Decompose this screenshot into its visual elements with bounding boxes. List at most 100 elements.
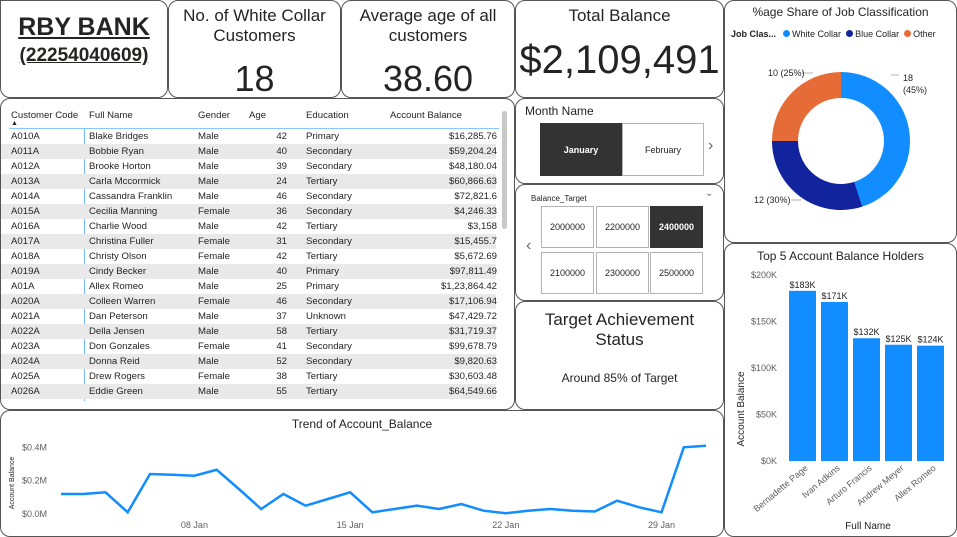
cell-education: Tertiary (306, 386, 338, 397)
kpi-white-collar-card: No. of White Collar Customers 18 (168, 0, 341, 98)
chevron-left-icon[interactable]: ‹ (526, 237, 531, 255)
table-row[interactable]: A020A Colleen Warren Female 46 Secondary $17,… (1, 294, 497, 309)
target-achievement-title-line2: Status (595, 330, 644, 349)
cell-gender: Male (198, 161, 219, 172)
cell-account-balance: $60,866.63 (448, 176, 497, 187)
bar[interactable] (789, 290, 816, 461)
legend-white-collar-label[interactable]: White Collar (792, 29, 841, 39)
line-chart[interactable]: Account Balance $0.4M $0.2M $0.0M 08 Jan 15 … (1, 411, 724, 537)
cell-customer-code: A021A (11, 311, 40, 322)
donut-label-blue: 12 (30%) (754, 195, 791, 205)
cell-gender: Male (198, 311, 219, 322)
column-header-age[interactable]: Age (249, 110, 266, 121)
table-row[interactable]: A018A Christy Olson Female 42 Tertiary $5,672… (1, 249, 497, 264)
column-header-customer-code[interactable]: Customer Code (11, 110, 78, 121)
cell-customer-code: A012A (11, 161, 40, 172)
donut-chart[interactable]: 18 (45%) 12 (30%) 10 (25%) (725, 41, 957, 241)
cell-full-name: Dan Peterson (89, 311, 148, 322)
balance-target-slicer-title: Balance_Target (531, 194, 587, 203)
table-row[interactable]: A016A Charlie Wood Male 42 Tertiary $3,158 (1, 219, 497, 234)
balance-option-2400000[interactable]: 2400000 (650, 206, 703, 248)
cell-education: Secondary (306, 236, 352, 247)
cell-gender: Female (198, 341, 230, 352)
bar[interactable] (821, 301, 848, 461)
balance-option-2300000[interactable]: 2300000 (596, 252, 649, 294)
chevron-right-icon[interactable]: › (708, 137, 713, 155)
donut-slice-other[interactable] (772, 72, 841, 141)
cell-gender: Male (198, 356, 219, 367)
cell-age: 31 (276, 236, 287, 247)
sort-arrow-icon[interactable]: ▲ (11, 120, 18, 127)
line-x-tick-label: 08 Jan (181, 520, 208, 530)
cell-gender: Male (198, 191, 219, 202)
table-row[interactable]: A019A Cindy Becker Male 40 Primary $97,811.49 (1, 264, 497, 279)
balance-option-2500000[interactable]: 2500000 (650, 252, 703, 294)
cell-age: 46 (276, 191, 287, 202)
line-x-tick-label: 15 Jan (337, 520, 364, 530)
legend-other-label[interactable]: Other (913, 29, 936, 39)
table-row[interactable]: A01A Allex Romeo Male 25 Primary $1,23,864.42 (1, 279, 497, 294)
balance-option-2100000[interactable]: 2100000 (541, 252, 594, 294)
column-header-account-balance[interactable]: Account Balance (390, 110, 462, 121)
cell-full-name: Della Jensen (89, 326, 145, 337)
table-row[interactable]: A010A Blake Bridges Male 42 Primary $16,285.7… (1, 129, 497, 144)
column-header-gender[interactable]: Gender (198, 110, 230, 121)
cell-gender: Female (198, 296, 230, 307)
cell-education: Tertiary (306, 326, 338, 337)
balance-option-2000000[interactable]: 2000000 (541, 206, 594, 248)
cell-full-name: Carla Mccormick (89, 176, 161, 187)
bar-y-tick-label: $150K (751, 317, 777, 327)
bar-chart[interactable]: Account Balance Full Name $200K $150K $100… (725, 264, 957, 534)
line-x-tick-label: 29 Jan (648, 520, 675, 530)
table-row[interactable]: A015A Cecilia Manning Female 36 Secondary $4,… (1, 204, 497, 219)
legend-blue-collar-label[interactable]: Blue Collar (855, 29, 899, 39)
chevron-down-icon[interactable]: ⌄ (705, 188, 713, 199)
kpi-white-collar-value: 18 (234, 58, 275, 98)
cell-age: 25 (276, 281, 287, 292)
table-row[interactable]: A021A Dan Peterson Male 37 Unknown $47,429.72 (1, 309, 497, 324)
table-scrollbar[interactable] (502, 111, 507, 229)
donut-label-white-pct: (45%) (903, 85, 927, 95)
table-row[interactable]: A014A Cassandra Franklin Male 46 Secondary $7… (1, 189, 497, 204)
legend-blue-collar-dot-icon (845, 30, 853, 37)
column-header-education[interactable]: Education (306, 110, 349, 121)
cell-age: 42 (276, 221, 287, 232)
bar[interactable] (885, 344, 912, 461)
cell-gender: Male (198, 146, 219, 157)
balance-option-2200000[interactable]: 2200000 (596, 206, 649, 248)
table-row[interactable]: A013A Carla Mccormick Male 24 Tertiary $60,86… (1, 174, 497, 189)
cell-customer-code: A01A (11, 281, 35, 292)
cell-gender: Female (198, 371, 230, 382)
table-row[interactable]: A025A Drew Rogers Female 38 Tertiary $30,603.… (1, 369, 497, 384)
cell-customer-code: A015A (11, 206, 40, 217)
cell-age: 38 (276, 371, 287, 382)
table-body: A010A Blake Bridges Male 42 Primary $16,285.7… (1, 129, 501, 404)
table-row[interactable]: A022A Della Jensen Male 58 Tertiary $31,719.3… (1, 324, 497, 339)
table-row[interactable]: A011A Bobbie Ryan Male 40 Secondary $59,204.2… (1, 144, 497, 159)
balance-target-slicer-card: Balance_Target ⌄ ‹ 2000000 2200000 24000… (515, 184, 724, 301)
cell-account-balance: $16,285.76 (448, 131, 497, 142)
month-option-january[interactable]: January (540, 123, 622, 176)
cell-gender: Male (198, 386, 219, 397)
cell-education: Secondary (306, 296, 352, 307)
table-row[interactable]: A012A Brooke Horton Male 39 Secondary $48,180… (1, 159, 497, 174)
donut-label-white-count: 18 (903, 73, 913, 83)
bar[interactable] (853, 338, 880, 461)
table-row[interactable]: A024A Donna Reid Male 52 Secondary $9,820.63 (1, 354, 497, 369)
cell-account-balance: $15,455.7 (454, 236, 497, 247)
column-header-full-name[interactable]: Full Name (89, 110, 133, 121)
cell-full-name: Christy Olson (89, 251, 147, 262)
table-row[interactable]: A026A Eddie Green Male 55 Tertiary $64,549.66 (1, 384, 497, 399)
cell-full-name: Eddie Green (89, 386, 143, 397)
cell-customer-code: A025A (11, 371, 40, 382)
table-row[interactable]: A023A Don Gonzales Female 41 Secondary $99,67… (1, 339, 497, 354)
cell-gender: Female (198, 236, 230, 247)
cell-customer-code: A019A (11, 266, 40, 277)
donut-legend: Job Clas... White Collar Blue Collar Oth… (731, 29, 936, 39)
cell-full-name: Blake Bridges (89, 131, 149, 142)
bar[interactable] (917, 345, 944, 461)
cell-customer-code: A013A (11, 176, 40, 187)
table-row[interactable]: A017A Christina Fuller Female 31 Secondary $1… (1, 234, 497, 249)
month-option-february[interactable]: February (622, 123, 704, 176)
cell-education: Secondary (306, 206, 352, 217)
